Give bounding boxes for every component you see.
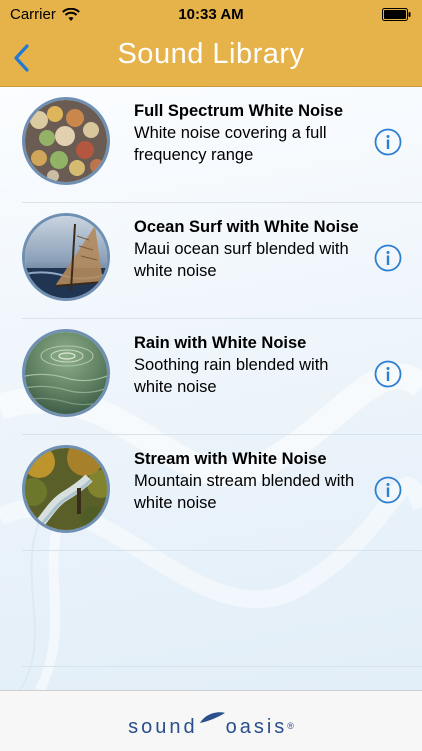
info-icon[interactable]	[374, 360, 402, 388]
sound-thumbnail	[22, 329, 110, 417]
list-item[interactable]: Ocean Surf with White Noise Maui ocean s…	[22, 203, 422, 319]
info-icon[interactable]	[374, 128, 402, 156]
list-item[interactable]: Stream with White Noise Mountain stream …	[22, 435, 422, 551]
status-bar: Carrier 10:33 AM	[0, 0, 422, 30]
registered-mark: ®	[287, 721, 294, 731]
sailboat-ocean-image	[25, 216, 107, 298]
sound-list-area[interactable]: Full Spectrum White Noise White noise co…	[0, 87, 422, 690]
clock: 10:33 AM	[178, 6, 244, 23]
brand-logo: sound oasis®	[0, 711, 422, 739]
info-icon[interactable]	[374, 476, 402, 504]
sound-thumbnail	[22, 213, 110, 301]
list-item-text: Full Spectrum White Noise White noise co…	[134, 100, 359, 166]
list-item[interactable]: Rain with White Noise Soothing rain blen…	[22, 319, 422, 435]
sound-list: Full Spectrum White Noise White noise co…	[0, 87, 422, 667]
forest-stream-image	[25, 448, 107, 530]
list-item-text: Rain with White Noise Soothing rain blen…	[134, 332, 359, 398]
sound-title: Stream with White Noise	[134, 450, 327, 468]
brand-word-oasis: oasis	[225, 716, 288, 738]
nav-bar: Sound Library	[0, 30, 422, 87]
sound-title: Ocean Surf with White Noise	[134, 218, 359, 236]
page-title: Sound Library	[117, 38, 305, 70]
empty-list-row	[22, 551, 422, 667]
sound-title: Rain with White Noise	[134, 334, 307, 352]
list-item[interactable]: Full Spectrum White Noise White noise co…	[22, 87, 422, 203]
info-icon[interactable]	[374, 244, 402, 272]
list-item-text: Stream with White Noise Mountain stream …	[134, 448, 359, 514]
sound-description: Soothing rain blended with white noise	[134, 356, 329, 396]
water-ripples-image	[25, 332, 107, 414]
sound-description: White noise covering a full frequency ra…	[134, 124, 327, 164]
sound-description: Mountain stream blended with white noise	[134, 472, 355, 512]
footer-bar: sound oasis®	[0, 690, 422, 751]
sound-thumbnail	[22, 445, 110, 533]
sound-description: Maui ocean surf blended with white noise	[134, 240, 349, 280]
sound-title: Full Spectrum White Noise	[134, 102, 344, 120]
list-item-text: Ocean Surf with White Noise Maui ocean s…	[134, 216, 359, 282]
bokeh-lights-image	[25, 100, 107, 182]
sound-thumbnail	[22, 97, 110, 185]
leaf-icon	[199, 712, 225, 723]
battery-icon	[382, 8, 411, 21]
brand-word-sound: sound	[128, 716, 198, 738]
